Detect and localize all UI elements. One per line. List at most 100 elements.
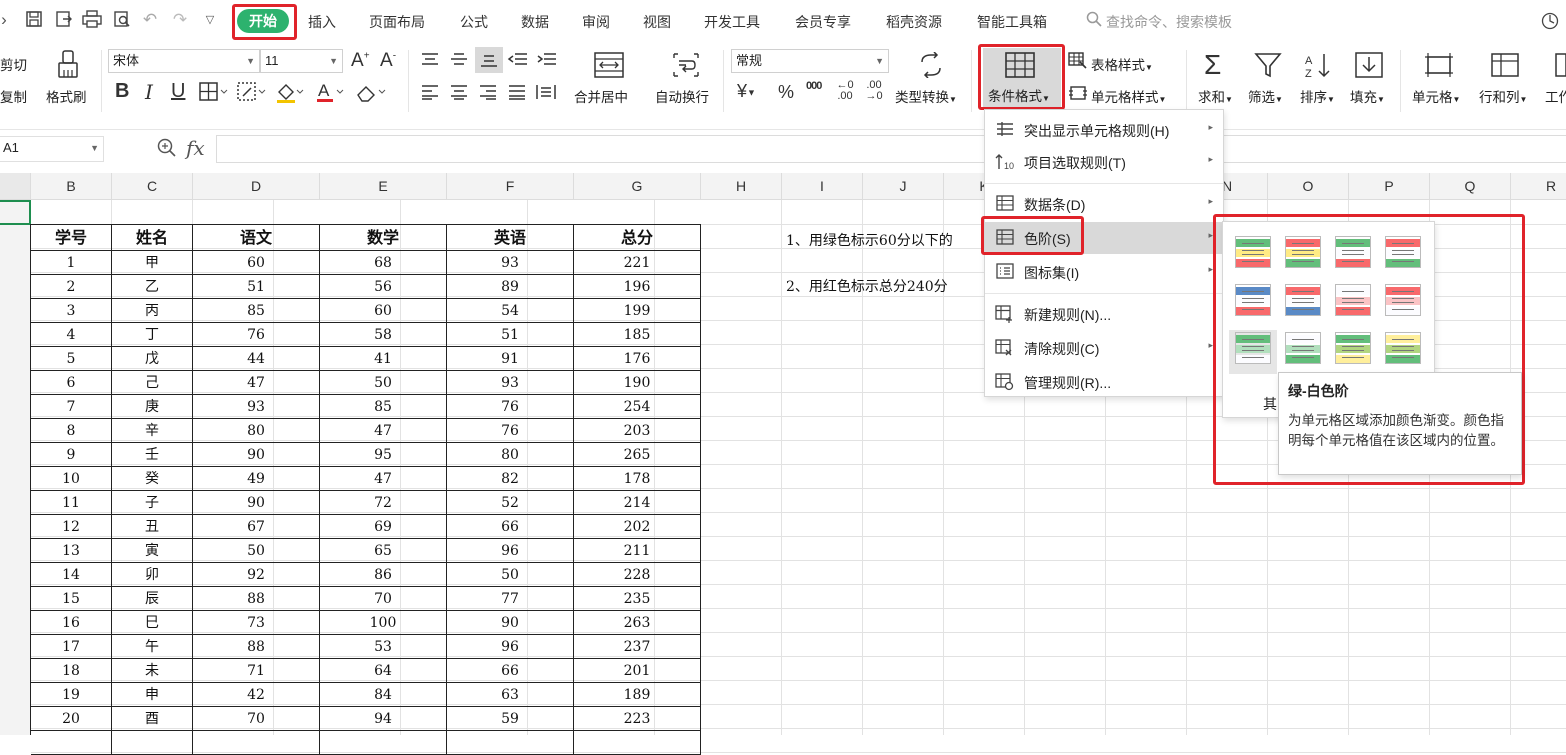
table-cell[interactable]: 11 — [31, 491, 112, 515]
sort-button[interactable]: 排序▼ — [1300, 86, 1335, 106]
table-cell[interactable]: 88 — [193, 635, 320, 659]
tab-member[interactable]: 会员专享 — [795, 12, 851, 32]
table-cell[interactable]: 70 — [320, 587, 447, 611]
decrease-decimal-icon[interactable]: .00 →0 — [862, 80, 886, 102]
menu-item-manage-rules[interactable]: 管理规则(R)... — [985, 366, 1223, 398]
table-cell[interactable]: 辰 — [112, 587, 193, 611]
command-search[interactable]: 查找命令、搜索模板 — [1106, 12, 1232, 32]
table-cell[interactable]: 66 — [447, 659, 574, 683]
table-cell[interactable]: 77 — [447, 587, 574, 611]
table-cell[interactable]: 17 — [31, 635, 112, 659]
tab-formulas[interactable]: 公式 — [460, 12, 488, 32]
table-cell[interactable]: 221 — [574, 251, 701, 275]
menu-item-highlight-rules[interactable]: 突出显示单元格规则(H) ▸ — [985, 114, 1223, 146]
eraser-icon[interactable] — [355, 82, 389, 107]
table-cell[interactable]: 178 — [574, 467, 701, 491]
table-cell[interactable]: 47 — [320, 467, 447, 491]
table-cell[interactable]: 196 — [574, 275, 701, 299]
tab-review[interactable]: 审阅 — [582, 12, 610, 32]
table-cell[interactable]: 76 — [447, 419, 574, 443]
export-icon[interactable] — [54, 10, 74, 30]
table-cell[interactable]: 51 — [193, 275, 320, 299]
table-cell[interactable]: 85 — [320, 395, 447, 419]
table-header-cell[interactable]: 姓名 — [112, 225, 193, 251]
table-cell[interactable]: 49 — [193, 467, 320, 491]
table-cell[interactable]: 70 — [193, 707, 320, 731]
table-cell[interactable]: 69 — [320, 515, 447, 539]
table-cell[interactable]: 2 — [31, 275, 112, 299]
menu-item-clear-rules[interactable]: 清除规则(C) ▸ — [985, 332, 1223, 364]
table-cell[interactable]: 189 — [574, 683, 701, 707]
table-header-cell[interactable]: 总分 — [574, 225, 701, 251]
table-cell[interactable]: 16 — [31, 611, 112, 635]
italic-icon[interactable]: I — [145, 80, 153, 104]
formula-input[interactable] — [216, 135, 1566, 163]
table-cell[interactable]: 癸 — [112, 467, 193, 491]
table-cell[interactable]: 100 — [320, 611, 447, 635]
clear-format-icon[interactable] — [237, 82, 267, 105]
table-cell[interactable]: 96 — [447, 539, 574, 563]
percent-icon[interactable]: % — [778, 82, 794, 103]
type-convert-button[interactable]: 类型转换▼ — [895, 86, 957, 106]
table-cell[interactable]: 202 — [574, 515, 701, 539]
align-right-icon[interactable] — [478, 84, 498, 103]
font-size-select[interactable]: 11 ▼ — [260, 49, 343, 73]
table-cell[interactable]: 237 — [574, 635, 701, 659]
table-cell[interactable]: 73 — [193, 611, 320, 635]
table-cell[interactable]: 211 — [574, 539, 701, 563]
table-cell[interactable]: 13 — [31, 539, 112, 563]
underline-icon[interactable]: U — [171, 80, 185, 103]
table-cell[interactable]: 41 — [320, 347, 447, 371]
sum-button[interactable]: 求和▼ — [1198, 86, 1233, 106]
thousands-separator-icon[interactable]: 000 — [806, 80, 822, 92]
table-cell[interactable]: 60 — [320, 299, 447, 323]
table-cell[interactable]: 64 — [320, 659, 447, 683]
table-cell[interactable]: 199 — [574, 299, 701, 323]
table-cell[interactable]: 辛 — [112, 419, 193, 443]
table-style-button[interactable]: 表格样式▼ — [1091, 54, 1153, 74]
table-cell[interactable]: 酉 — [112, 707, 193, 731]
table-cell[interactable]: 85 — [193, 299, 320, 323]
table-cell[interactable]: 巳 — [112, 611, 193, 635]
table-cell[interactable]: 86 — [320, 563, 447, 587]
table-cell[interactable]: 80 — [193, 419, 320, 443]
column-header[interactable]: J — [863, 173, 944, 200]
decrease-font-icon[interactable]: A- — [380, 50, 396, 72]
border-icon[interactable] — [199, 82, 229, 105]
table-cell[interactable]: 93 — [447, 251, 574, 275]
table-cell[interactable]: 壬 — [112, 443, 193, 467]
table-cell[interactable]: 47 — [193, 371, 320, 395]
table-cell[interactable]: 59 — [447, 707, 574, 731]
chevron-icon[interactable]: › — [0, 10, 8, 30]
table-cell[interactable]: 午 — [112, 635, 193, 659]
worksheet-button[interactable]: 工作 — [1545, 86, 1566, 106]
table-cell[interactable]: 52 — [447, 491, 574, 515]
column-header[interactable]: F — [447, 173, 574, 200]
font-color-icon[interactable]: A — [315, 80, 345, 107]
table-cell[interactable]: 93 — [193, 395, 320, 419]
table-cell[interactable]: 己 — [112, 371, 193, 395]
table-cell[interactable]: 50 — [320, 371, 447, 395]
copy-button[interactable]: 复制 — [0, 86, 27, 106]
menu-item-top-bottom-rules[interactable]: 10 项目选取规则(T) ▸ — [985, 146, 1223, 178]
table-cell[interactable]: 53 — [320, 635, 447, 659]
select-all-corner[interactable] — [0, 173, 31, 200]
tab-insert[interactable]: 插入 — [308, 12, 336, 32]
table-cell[interactable]: 263 — [574, 611, 701, 635]
table-cell[interactable]: 19 — [31, 683, 112, 707]
column-header[interactable]: C — [112, 173, 193, 200]
table-cell[interactable]: 63 — [447, 683, 574, 707]
table-cell[interactable]: 80 — [447, 443, 574, 467]
table-cell[interactable]: 申 — [112, 683, 193, 707]
column-header[interactable]: O — [1268, 173, 1349, 200]
column-header[interactable]: E — [320, 173, 447, 200]
table-cell[interactable]: 176 — [574, 347, 701, 371]
increase-decimal-icon[interactable]: ←0 .00 — [833, 80, 857, 102]
table-cell[interactable]: 76 — [447, 395, 574, 419]
table-cell[interactable]: 265 — [574, 443, 701, 467]
column-header[interactable]: R — [1511, 173, 1566, 200]
print-preview-icon[interactable] — [112, 10, 132, 30]
table-header-cell[interactable]: 数学 — [320, 225, 447, 251]
table-header-cell[interactable]: 学号 — [31, 225, 112, 251]
tab-developer[interactable]: 开发工具 — [704, 12, 760, 32]
